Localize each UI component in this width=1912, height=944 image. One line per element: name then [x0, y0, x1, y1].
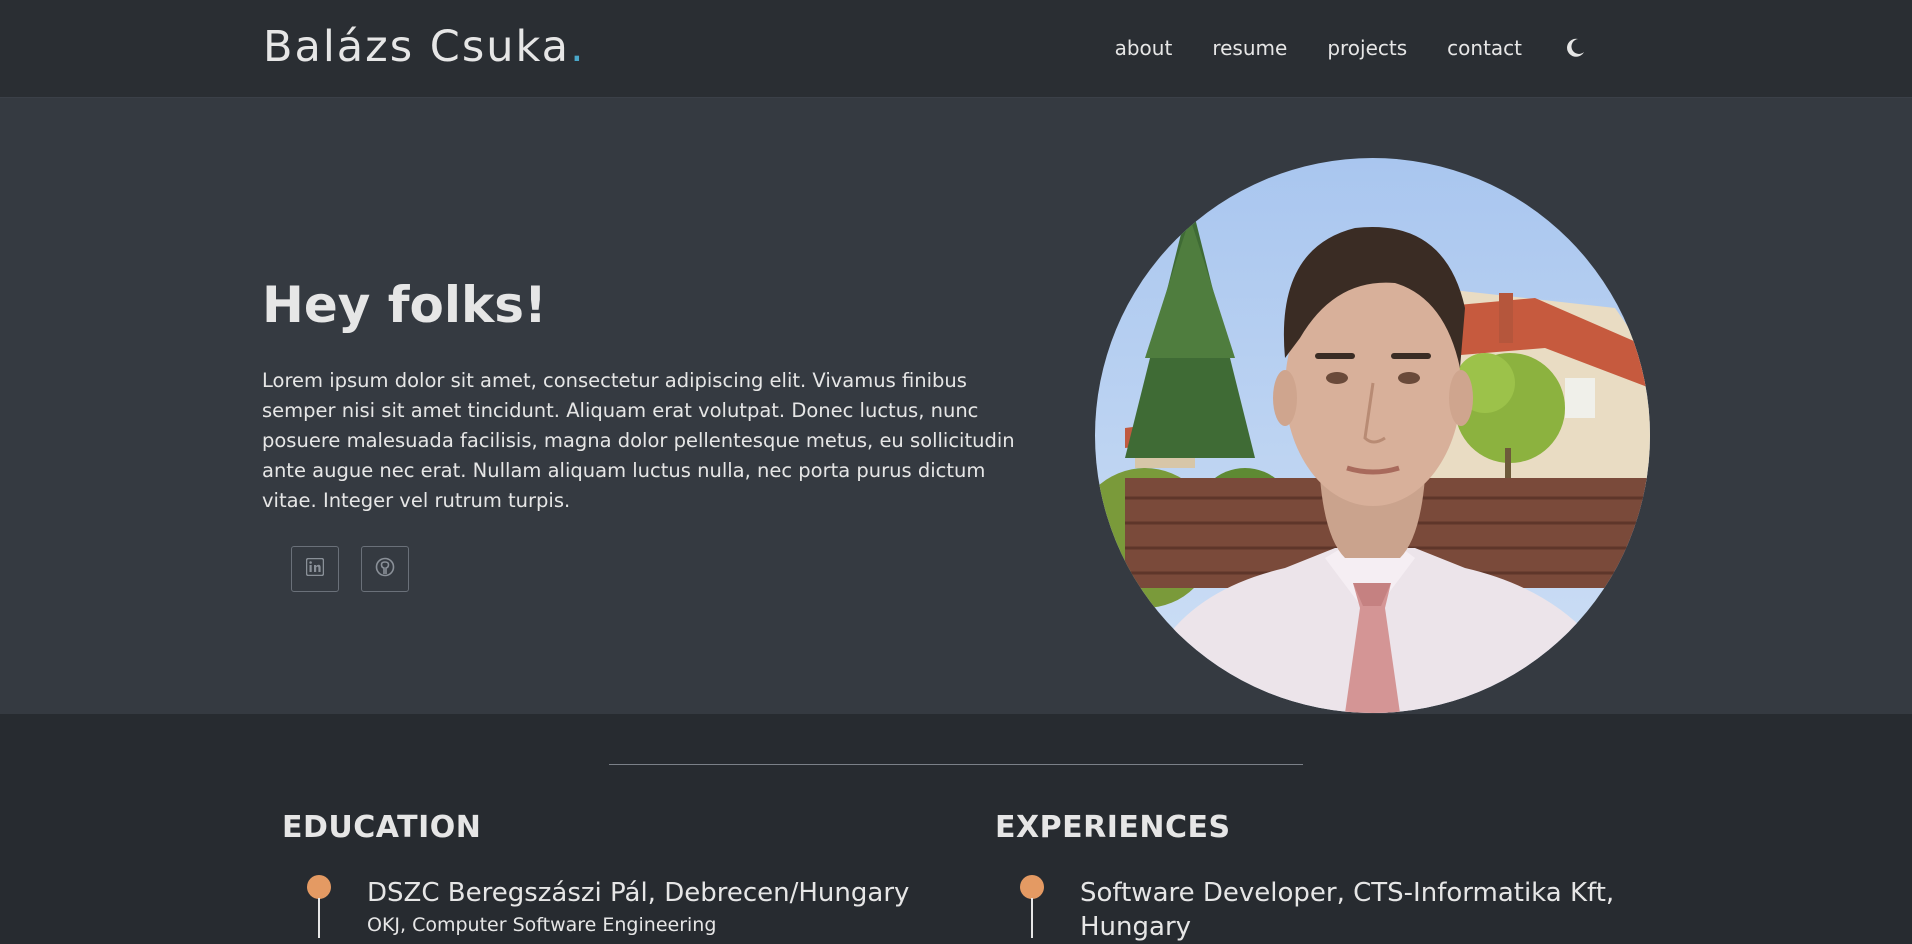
- section-divider: [609, 764, 1303, 765]
- linkedin-button[interactable]: [291, 546, 339, 592]
- site-header: Balázs Csuka. about resume projects cont…: [0, 0, 1912, 98]
- main-nav: about resume projects contact: [1075, 36, 1586, 60]
- experience-entry-title: Software Developer, CTS-Informatika Kft,: [1080, 878, 1615, 908]
- linkedin-icon: [305, 557, 325, 580]
- brand-logo[interactable]: Balázs Csuka.: [263, 22, 586, 72]
- github-button[interactable]: [361, 546, 409, 592]
- nav-resume[interactable]: resume: [1212, 36, 1287, 60]
- experiences-title: EXPERIENCES: [995, 810, 1231, 845]
- experience-timeline-line: [1031, 898, 1033, 938]
- profile-photo: [1095, 158, 1650, 713]
- nav-contact[interactable]: contact: [1447, 36, 1522, 60]
- brand-name: Balázs Csuka: [263, 22, 570, 72]
- hero-section: Hey folks! Lorem ipsum dolor sit amet, c…: [0, 98, 1912, 714]
- brand-dot: .: [569, 22, 586, 72]
- experience-timeline-dot: [1020, 875, 1044, 899]
- nav-about[interactable]: about: [1115, 36, 1173, 60]
- experience-entry-subtitle: Hungary: [1080, 912, 1192, 942]
- education-timeline-line: [318, 898, 320, 938]
- nav-projects[interactable]: projects: [1327, 36, 1407, 60]
- education-entry-title: DSZC Beregszászi Pál, Debrecen/Hungary: [367, 878, 910, 908]
- hero-heading: Hey folks!: [262, 276, 547, 334]
- education-entry-subtitle: OKJ, Computer Software Engineering: [367, 914, 717, 936]
- github-icon: [375, 557, 395, 581]
- education-timeline-dot: [307, 875, 331, 899]
- hero-intro: Lorem ipsum dolor sit amet, consectetur …: [262, 369, 1015, 512]
- moon-icon[interactable]: [1564, 37, 1586, 59]
- education-title: EDUCATION: [282, 810, 482, 845]
